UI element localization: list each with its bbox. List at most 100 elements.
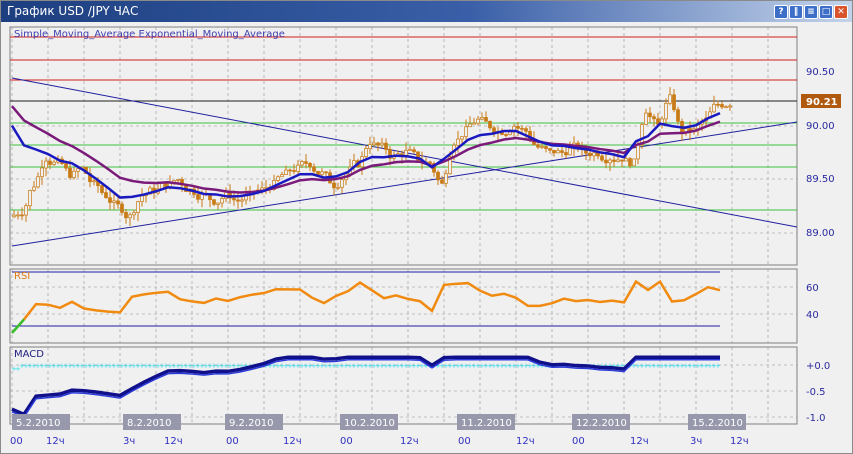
candle-body: [16, 214, 20, 217]
candle-body: [548, 148, 552, 151]
candle-body: [504, 134, 508, 136]
date-label: 11.2.2010: [461, 418, 512, 429]
candle-body: [604, 159, 608, 164]
candle-body: [308, 163, 312, 168]
candle-body: [488, 121, 492, 129]
candle-body: [12, 214, 16, 218]
candle-body: [176, 179, 180, 181]
candle-body: [588, 152, 592, 157]
candle-body: [508, 131, 512, 135]
price-axis-label: 90.50: [806, 67, 835, 78]
candle-body: [44, 160, 48, 169]
candle-body: [48, 160, 52, 165]
candle-body: [608, 159, 612, 164]
time-label: 12ч: [164, 436, 183, 447]
candle-body: [436, 171, 440, 181]
candle-body: [408, 149, 412, 152]
time-label: 00: [340, 436, 353, 447]
macd-axis-label: -1.0: [806, 413, 826, 424]
rsi-axis-label: 40: [806, 310, 819, 321]
trend-line-up[interactable]: [11, 121, 798, 247]
time-label: 3ч: [123, 436, 135, 447]
candle-body: [36, 176, 40, 188]
chart-area[interactable]: Simple_Moving_Average Exponential_Moving…: [0, 0, 853, 454]
candle-body: [728, 105, 732, 108]
candle-body: [668, 94, 672, 104]
price-axis-label: 90.00: [806, 121, 835, 132]
candle-body: [536, 144, 540, 148]
candle-body: [384, 142, 388, 150]
candle-body: [112, 200, 116, 203]
candle-body: [620, 159, 624, 162]
price-axis-label: 89.00: [806, 228, 835, 239]
candle-body: [220, 198, 224, 204]
candle-body: [52, 161, 56, 165]
macd-legend: MACD: [14, 349, 44, 360]
candle-body: [364, 148, 368, 157]
candle-body: [216, 202, 220, 205]
candle-body: [336, 186, 340, 189]
candle-body: [64, 163, 68, 169]
date-label: 15.2.2010: [692, 418, 743, 429]
candle-body: [568, 147, 572, 156]
candle-body: [380, 142, 384, 146]
time-label: 12ч: [516, 436, 535, 447]
time-label: 00: [458, 436, 471, 447]
candle-body: [724, 106, 728, 108]
candle-body: [264, 186, 268, 189]
rsi-axis-label: 60: [806, 283, 819, 294]
price-panel: [9, 26, 798, 266]
candle-body: [316, 170, 320, 175]
candle-body: [92, 180, 96, 183]
time-label: 00: [572, 436, 585, 447]
candle-body: [484, 117, 488, 122]
candle-body: [304, 161, 308, 164]
candle-body: [368, 144, 372, 149]
time-label: 00: [10, 436, 23, 447]
time-label: 12ч: [46, 436, 65, 447]
candle-body: [116, 200, 120, 205]
candle-body: [556, 150, 560, 154]
candle-body: [524, 128, 528, 132]
candle-body: [468, 123, 472, 128]
candle-body: [600, 155, 604, 161]
time-label: 12ч: [400, 436, 419, 447]
candle-body: [456, 138, 460, 146]
candle-body: [636, 144, 640, 160]
candle-body: [720, 104, 724, 108]
candle-body: [464, 126, 468, 137]
candle-body: [324, 171, 328, 174]
candle-body: [232, 197, 236, 201]
candle-body: [428, 161, 432, 164]
candle-body: [440, 179, 444, 184]
candle-body: [132, 212, 136, 216]
candle-body: [612, 159, 616, 162]
signal-dot: +: [715, 362, 721, 370]
candle-body: [292, 170, 296, 172]
date-label: 8.2.2010: [127, 418, 172, 429]
candle-body: [516, 126, 520, 129]
candle-body: [460, 136, 464, 140]
candle-body: [672, 94, 676, 111]
candle-body: [628, 158, 632, 167]
candle-body: [320, 171, 324, 175]
candle-body: [652, 116, 656, 120]
candle-body: [28, 189, 32, 207]
candle-body: [376, 142, 380, 146]
candle-body: [412, 149, 416, 153]
candle-body: [332, 182, 336, 189]
time-label: 12ч: [630, 436, 649, 447]
price-axis-label: 89.50: [806, 174, 835, 185]
candle-body: [296, 164, 300, 172]
candle-body: [472, 122, 476, 125]
candle-body: [592, 152, 596, 157]
candle-body: [284, 169, 288, 175]
candle-body: [140, 195, 144, 202]
time-label: 12ч: [730, 436, 749, 447]
candle-body: [444, 173, 448, 184]
candle-body: [100, 185, 104, 193]
candle-body: [564, 152, 568, 156]
candle-body: [136, 201, 140, 213]
candle-body: [552, 149, 556, 154]
candle-body: [300, 161, 304, 166]
